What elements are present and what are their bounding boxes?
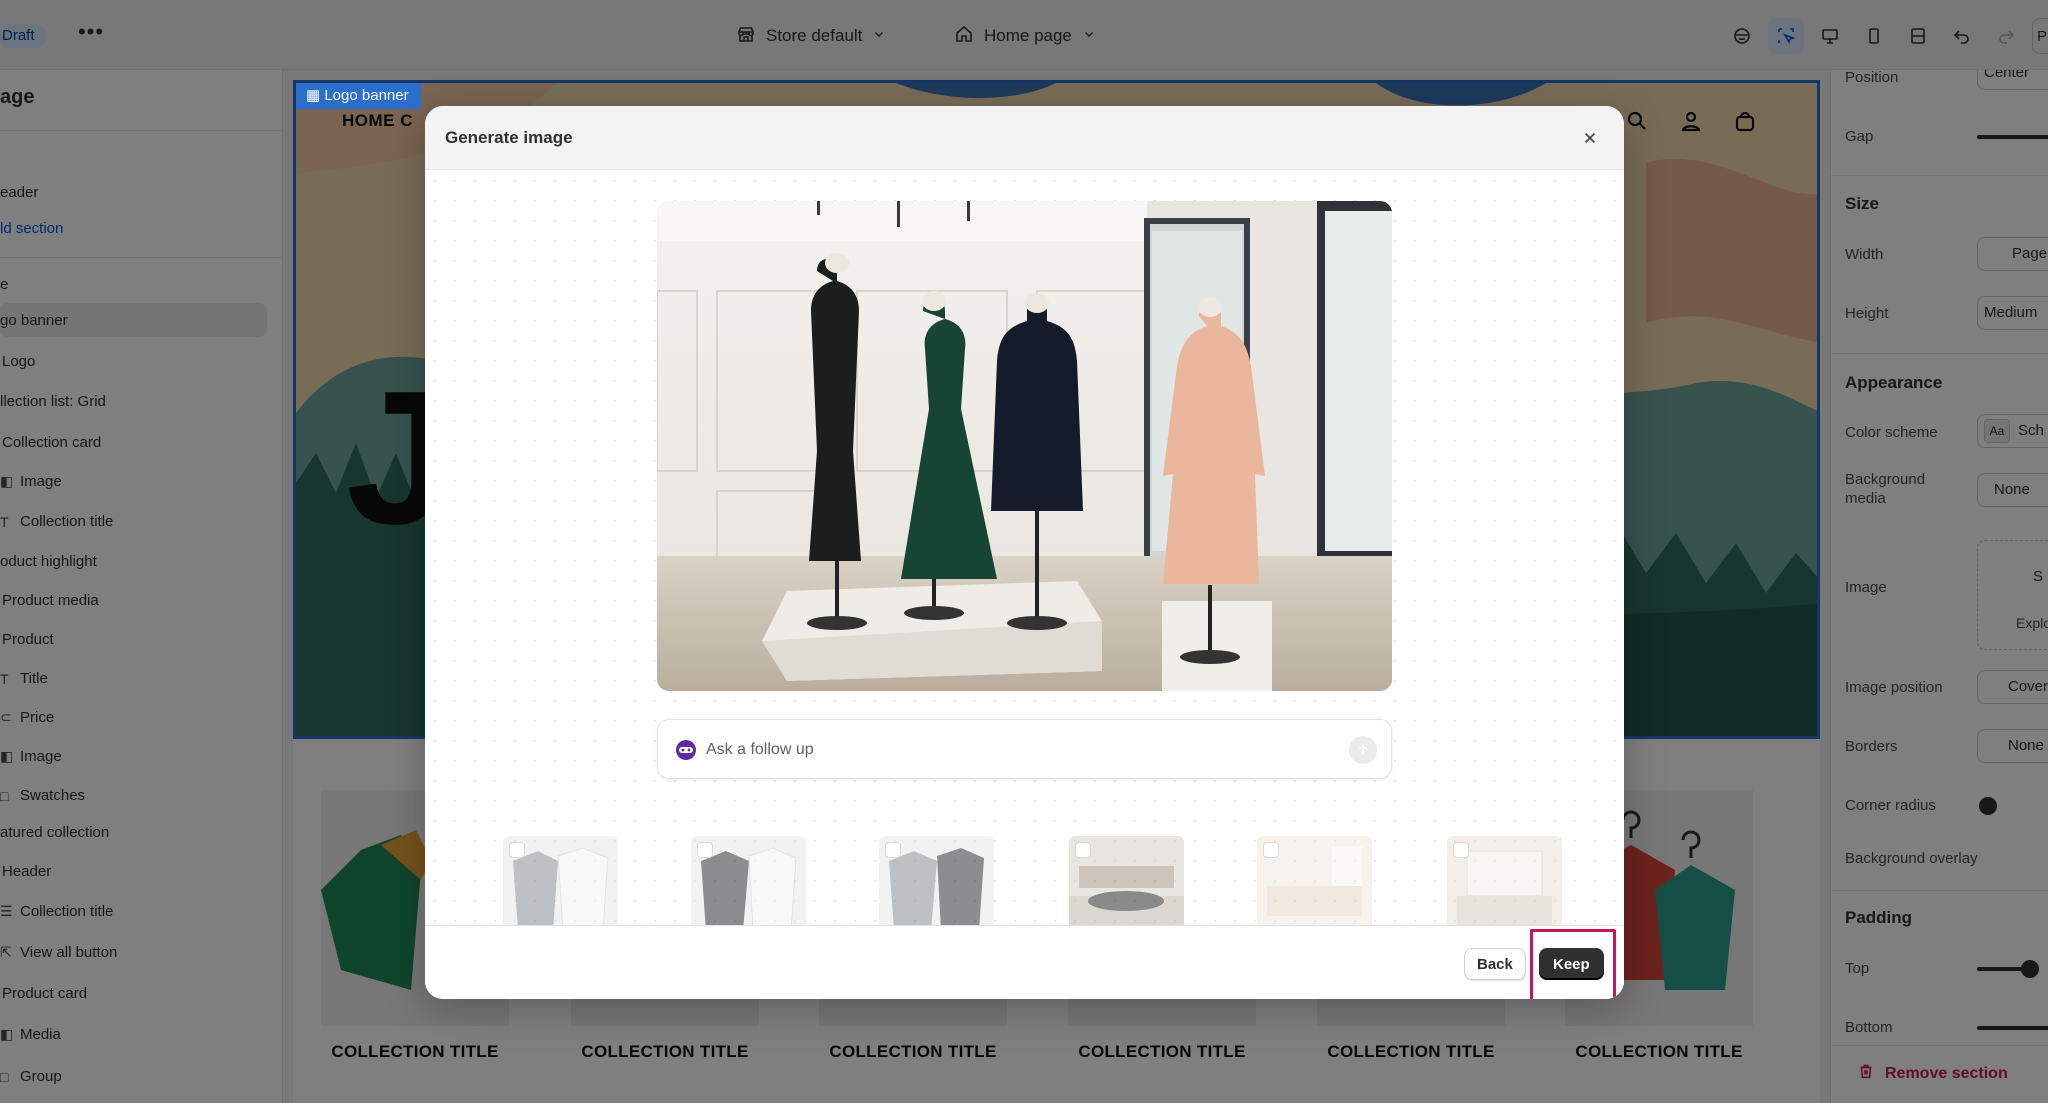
thumbnail-checkbox[interactable] <box>697 842 713 858</box>
modal-body <box>425 171 1624 931</box>
follow-up-input[interactable] <box>706 733 1306 767</box>
section-label-text: Logo banner <box>324 87 409 104</box>
modal-title: Generate image <box>445 128 573 147</box>
sidekick-icon <box>674 738 698 762</box>
follow-up-input-box[interactable] <box>657 719 1392 779</box>
image-thumbnails <box>503 836 1563 931</box>
thumbnail[interactable] <box>503 836 618 931</box>
thumbnail[interactable] <box>1257 836 1372 931</box>
thumbnail-checkbox[interactable] <box>885 842 901 858</box>
send-arrow-icon[interactable] <box>1349 736 1377 764</box>
grid-icon: ▦ <box>306 87 325 104</box>
thumbnail-checkbox[interactable] <box>1263 842 1279 858</box>
modal-footer: Back Keep <box>425 925 1624 999</box>
generate-image-modal: Generate image Ask a follow up Back Keep <box>425 106 1624 999</box>
back-button[interactable]: Back <box>1464 948 1526 980</box>
thumbnail-checkbox[interactable] <box>509 842 525 858</box>
section-label[interactable]: ▦ Logo banner <box>296 83 421 109</box>
thumbnail-checkbox[interactable] <box>1453 842 1469 858</box>
thumbnail[interactable] <box>879 836 994 931</box>
thumbnail-checkbox[interactable] <box>1075 842 1091 858</box>
generated-image <box>657 201 1392 691</box>
thumbnail[interactable] <box>1447 836 1562 931</box>
thumbnail[interactable] <box>1069 836 1184 931</box>
modal-header: Generate image <box>425 106 1624 170</box>
close-icon[interactable] <box>1576 124 1604 152</box>
boutique-mannequins-image <box>657 201 1392 691</box>
thumbnail[interactable] <box>691 836 806 931</box>
keep-button[interactable]: Keep <box>1539 948 1604 980</box>
